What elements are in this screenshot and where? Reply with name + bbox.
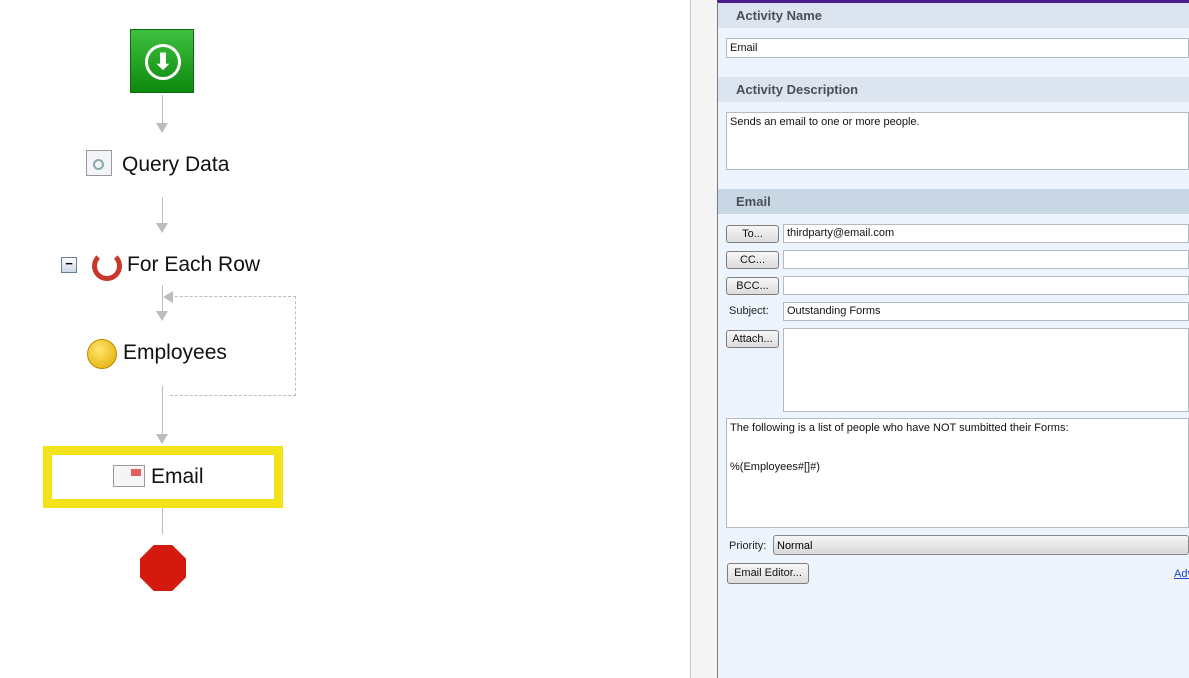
- envelope-icon: [113, 465, 145, 487]
- email-editor-button[interactable]: Email Editor...: [727, 563, 809, 584]
- collapse-button[interactable]: −: [61, 257, 77, 273]
- email-header: Email: [718, 189, 1189, 214]
- advanced-link[interactable]: Adv: [1174, 568, 1189, 580]
- start-icon[interactable]: ⬇: [130, 29, 194, 93]
- activity-name-header: Activity Name: [718, 3, 1189, 28]
- subject-label: Subject:: [729, 305, 769, 317]
- node-query-data[interactable]: Query Data: [122, 153, 229, 177]
- attach-button[interactable]: Attach...: [726, 330, 779, 348]
- properties-panel: Activity Name Email Activity Description…: [717, 0, 1189, 678]
- activity-description-input[interactable]: Sends an email to one or more people.: [726, 112, 1189, 170]
- stop-icon[interactable]: [140, 545, 186, 591]
- cc-input[interactable]: [783, 250, 1189, 269]
- node-for-each-row[interactable]: For Each Row: [127, 253, 260, 277]
- subject-input[interactable]: Outstanding Forms: [783, 302, 1189, 321]
- priority-label: Priority:: [729, 540, 767, 552]
- attachments-list[interactable]: [783, 328, 1189, 412]
- activity-name-input[interactable]: Email: [726, 38, 1189, 58]
- node-employees[interactable]: Employees: [123, 341, 227, 365]
- node-email-label: Email: [151, 465, 204, 488]
- email-body-input[interactable]: The following is a list of people who ha…: [726, 418, 1189, 528]
- loop-icon: [92, 251, 122, 281]
- splitter[interactable]: [690, 0, 717, 678]
- to-button[interactable]: To...: [726, 225, 779, 243]
- bcc-button[interactable]: BCC...: [726, 277, 779, 295]
- cc-button[interactable]: CC...: [726, 251, 779, 269]
- to-input[interactable]: thirdparty@email.com: [783, 224, 1189, 243]
- query-icon: [86, 150, 112, 176]
- coin-icon: [87, 339, 117, 369]
- bcc-input[interactable]: [783, 276, 1189, 295]
- activity-description-header: Activity Description: [718, 77, 1189, 102]
- node-email-selected[interactable]: Email: [43, 446, 283, 508]
- priority-select[interactable]: Normal: [773, 535, 1189, 555]
